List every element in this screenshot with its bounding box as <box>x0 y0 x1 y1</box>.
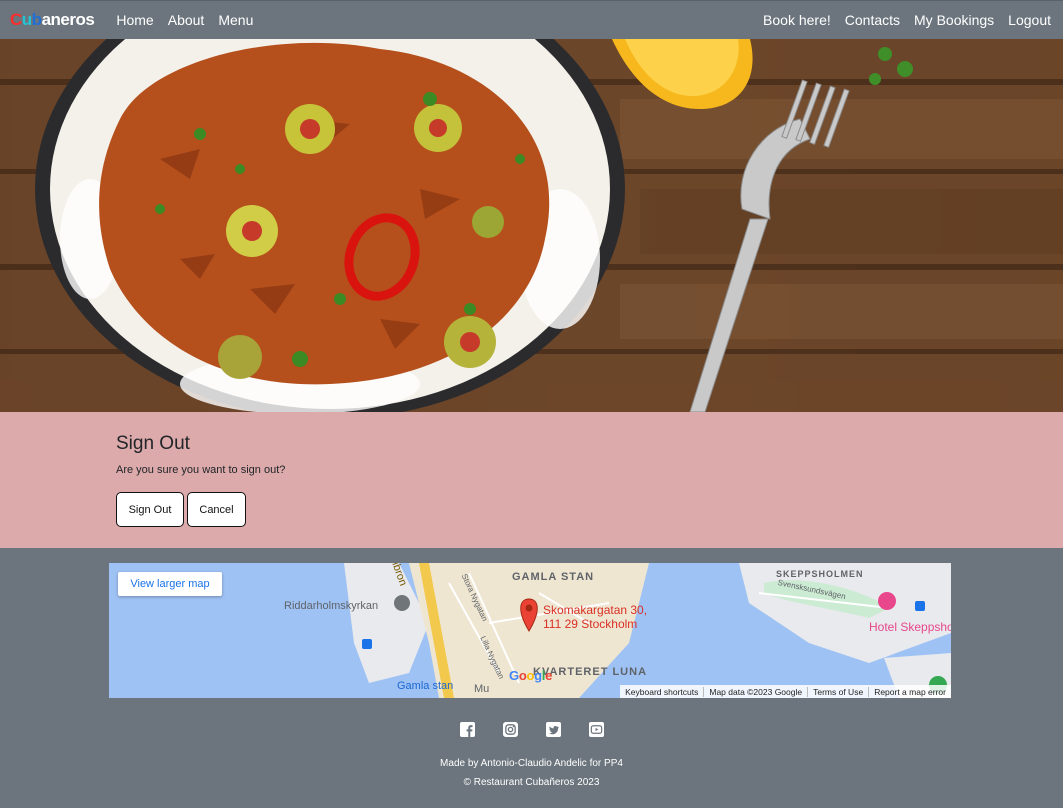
nav-book-link[interactable]: Book here! <box>763 12 831 28</box>
map-label-gamla-stan-station: Gamla stan <box>397 680 454 692</box>
nav-home-link[interactable]: Home <box>116 12 153 28</box>
footer-copyright: © Restaurant Cubañeros 2023 <box>463 777 600 788</box>
map-pin-label: Skomakargatan 30, 111 29 Stockholm <box>543 603 647 631</box>
view-larger-map-link[interactable]: View larger map <box>118 572 222 596</box>
facebook-icon[interactable] <box>459 722 475 737</box>
map-data-attribution: Map data ©2023 Google <box>704 686 809 697</box>
signout-section: Sign Out Are you sure you want to sign o… <box>0 412 1063 548</box>
footer-credit: Made by Antonio-Claudio Andelic for PP4 <box>440 758 623 769</box>
hero-food-image <box>0 39 1063 412</box>
youtube-icon[interactable] <box>588 722 604 737</box>
google-logo: Google <box>509 668 553 683</box>
nav-right: Book here! Contacts My Bookings Logout <box>763 12 1053 28</box>
brand-letter: a <box>41 10 51 29</box>
nav-menu-link[interactable]: Menu <box>218 12 253 28</box>
signout-message: Are you sure you want to sign out? <box>116 464 286 476</box>
nav-contacts-link[interactable]: Contacts <box>845 12 900 28</box>
brand-letter: n <box>50 10 61 29</box>
map-pin-city: 111 29 Stockholm <box>543 617 638 631</box>
brand-letter: b <box>31 10 42 29</box>
signout-title: Sign Out <box>116 433 190 454</box>
map-keyboard-shortcuts[interactable]: Keyboard shortcuts <box>620 686 705 697</box>
map-terms-link[interactable]: Terms of Use <box>808 686 870 697</box>
brand-letter: C <box>10 10 22 29</box>
map-footer: Keyboard shortcuts Map data ©2023 Google… <box>620 685 951 698</box>
brand-letter: u <box>21 10 32 29</box>
brand-logo[interactable]: Cubaneros <box>10 10 95 30</box>
map-label-hotel: Hotel Skeppsho <box>869 620 951 634</box>
nav-about-link[interactable]: About <box>168 12 205 28</box>
map-report-error-link[interactable]: Report a map error <box>869 687 951 697</box>
map-label-skeppsholmen: SKEPPSHOLMEN <box>776 569 864 579</box>
nav-my-bookings-link[interactable]: My Bookings <box>914 12 994 28</box>
brand-letter: s <box>85 10 95 29</box>
brand-letter: o <box>75 10 86 29</box>
map-label-riddarholmskyrkan: Riddarholmskyrkan <box>284 600 379 612</box>
map-label-mu: Mu <box>474 683 490 695</box>
cancel-button[interactable]: Cancel <box>187 492 246 527</box>
social-links <box>0 722 1063 737</box>
brand-letter: e <box>60 10 70 29</box>
google-map[interactable]: View larger map GAMLA STAN SKEPPSHOLMEN … <box>109 563 951 698</box>
nav-left: Home About Menu <box>116 12 267 28</box>
map-label-gamla-stan: GAMLA STAN <box>512 571 595 583</box>
nav-logout-link[interactable]: Logout <box>1008 12 1051 28</box>
map-pin-address: Skomakargatan 30, <box>543 603 648 617</box>
sign-out-button[interactable]: Sign Out <box>116 492 184 527</box>
twitter-icon[interactable] <box>545 722 561 737</box>
instagram-icon[interactable] <box>502 722 518 737</box>
navbar: Cubaneros Home About Menu Book here! Con… <box>0 0 1063 39</box>
